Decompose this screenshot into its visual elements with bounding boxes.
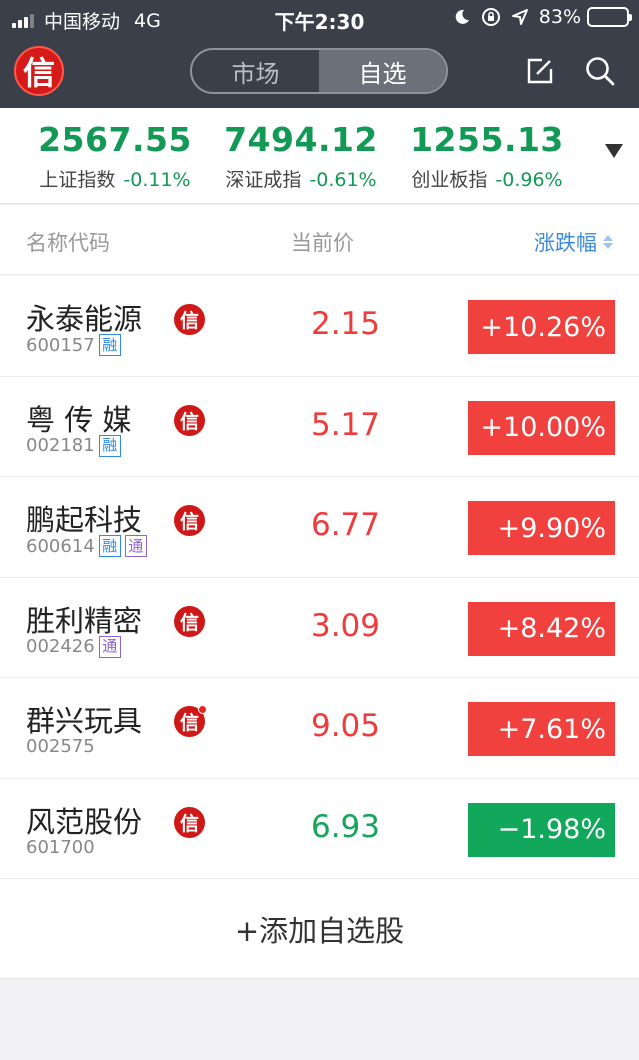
index-name: 上证指数 xyxy=(39,169,116,191)
moon-icon xyxy=(453,8,471,26)
stock-name: 永泰能源 xyxy=(26,302,143,336)
column-price: 当前价 xyxy=(291,231,354,255)
stock-change-badge[interactable]: +9.90% xyxy=(468,501,615,555)
index-change: -0.61% xyxy=(309,169,377,191)
stock-price: 6.93 xyxy=(310,808,380,845)
stock-price: 6.77 xyxy=(310,507,380,543)
stock-name: 粤 传 媒 xyxy=(26,402,132,437)
edit-icon[interactable] xyxy=(523,54,557,88)
column-header: 名称代码 当前价 涨跌幅 xyxy=(0,205,639,275)
stock-change-badge[interactable]: +10.00% xyxy=(468,400,615,455)
xin-badge-icon[interactable]: 信 xyxy=(174,605,205,637)
stock-row[interactable]: 永泰能源 600157 融 信 2.15 +10.26% xyxy=(0,276,639,377)
app-header: 中国移动 4G 下午2:30 83% 信 市场 自选 xyxy=(0,0,639,108)
stock-change-badge[interactable]: +10.26% xyxy=(468,300,615,354)
stock-price: 3.09 xyxy=(310,607,380,644)
index-name: 深证成指 xyxy=(225,169,302,191)
xin-badge-icon[interactable]: 信 xyxy=(174,806,205,838)
stock-row[interactable]: 粤 传 媒 002181 融 信 5.17 +10.00% xyxy=(0,377,639,477)
stock-name: 胜利精密 xyxy=(26,603,143,638)
connect-tag: 通 xyxy=(98,635,121,658)
stock-name: 风范股份 xyxy=(26,804,143,839)
index-chinext[interactable]: 1255.13 创业板指 -0.96% xyxy=(392,120,582,192)
column-change-label: 涨跌幅 xyxy=(534,231,597,255)
stock-name: 鹏起科技 xyxy=(26,503,143,537)
stock-code: 002426 xyxy=(26,636,95,657)
sort-icon xyxy=(603,235,613,249)
xin-badge-icon[interactable]: 信 xyxy=(174,304,205,335)
sort-by-change-button[interactable]: 涨跌幅 xyxy=(534,227,613,257)
tab-watchlist[interactable]: 自选 xyxy=(319,50,446,92)
stock-code: 600614 xyxy=(26,535,95,557)
index-value: 7494.12 xyxy=(224,120,378,159)
margin-tag: 融 xyxy=(98,434,121,457)
index-change: -0.11% xyxy=(123,169,191,191)
xin-badge-icon[interactable]: 信 xyxy=(174,404,205,436)
battery-percent: 83% xyxy=(538,6,581,28)
index-summary-bar: 2567.55 上证指数 -0.11% 7494.12 深证成指 -0.61% 12… xyxy=(0,108,639,204)
index-value: 1255.13 xyxy=(410,120,564,159)
watchlist: 永泰能源 600157 融信 2.15 +10.26% 粤 传 媒 002181 融信 5.17… xyxy=(0,276,639,979)
rotation-lock-icon xyxy=(481,7,501,27)
margin-tag: 融 xyxy=(98,535,121,557)
app-logo[interactable]: 信 xyxy=(14,46,64,96)
stock-price: 5.17 xyxy=(310,406,380,443)
stock-code: 601700 xyxy=(26,836,95,858)
stock-row[interactable]: 风范股份 601700 信 6.93 −1.98% xyxy=(0,779,639,879)
battery-icon xyxy=(587,7,632,27)
stock-name: 群兴玩具 xyxy=(26,704,143,738)
nav-bar: 信 市场 自选 xyxy=(0,36,639,108)
stock-change-badge[interactable]: +8.42% xyxy=(468,601,615,656)
column-name-code: 名称代码 xyxy=(26,231,110,255)
caret-down-icon[interactable] xyxy=(605,144,623,158)
index-value: 2567.55 xyxy=(38,120,192,159)
stock-change-badge[interactable]: −1.98% xyxy=(468,802,615,857)
tab-market[interactable]: 市场 xyxy=(192,50,319,92)
margin-tag: 融 xyxy=(98,334,121,356)
search-icon[interactable] xyxy=(583,54,617,88)
xin-badge-icon[interactable]: 信 xyxy=(174,705,207,737)
xin-badge-icon[interactable]: 信 xyxy=(174,505,205,536)
stock-change-badge[interactable]: +7.61% xyxy=(468,702,615,756)
index-change: -0.96% xyxy=(495,169,563,191)
index-shanghai[interactable]: 2567.55 上证指数 -0.11% xyxy=(20,120,210,192)
add-watchlist-button[interactable]: +添加自选股 xyxy=(0,879,639,979)
stock-code: 600157 xyxy=(26,334,95,356)
stock-price: 2.15 xyxy=(310,306,380,342)
stock-price: 9.05 xyxy=(310,708,380,744)
stock-row[interactable]: 群兴玩具 002575 信 9.05 +7.61% xyxy=(0,678,639,779)
index-name: 创业板指 xyxy=(411,169,488,191)
status-bar: 中国移动 4G 下午2:30 83% xyxy=(0,0,639,36)
stock-code: 002575 xyxy=(26,736,95,757)
stock-row[interactable]: 鹏起科技 600614 融通 信 6.77 +9.90% xyxy=(0,477,639,578)
stock-row[interactable]: 胜利精密 002426 通 信 3.09 +8.42% xyxy=(0,578,639,678)
location-icon xyxy=(511,8,529,26)
notification-dot xyxy=(198,705,207,714)
index-shenzhen[interactable]: 7494.12 深证成指 -0.61% xyxy=(206,120,396,192)
stock-code: 002181 xyxy=(26,435,95,456)
connect-tag: 通 xyxy=(124,535,147,557)
segment-control: 市场 自选 xyxy=(190,48,448,94)
